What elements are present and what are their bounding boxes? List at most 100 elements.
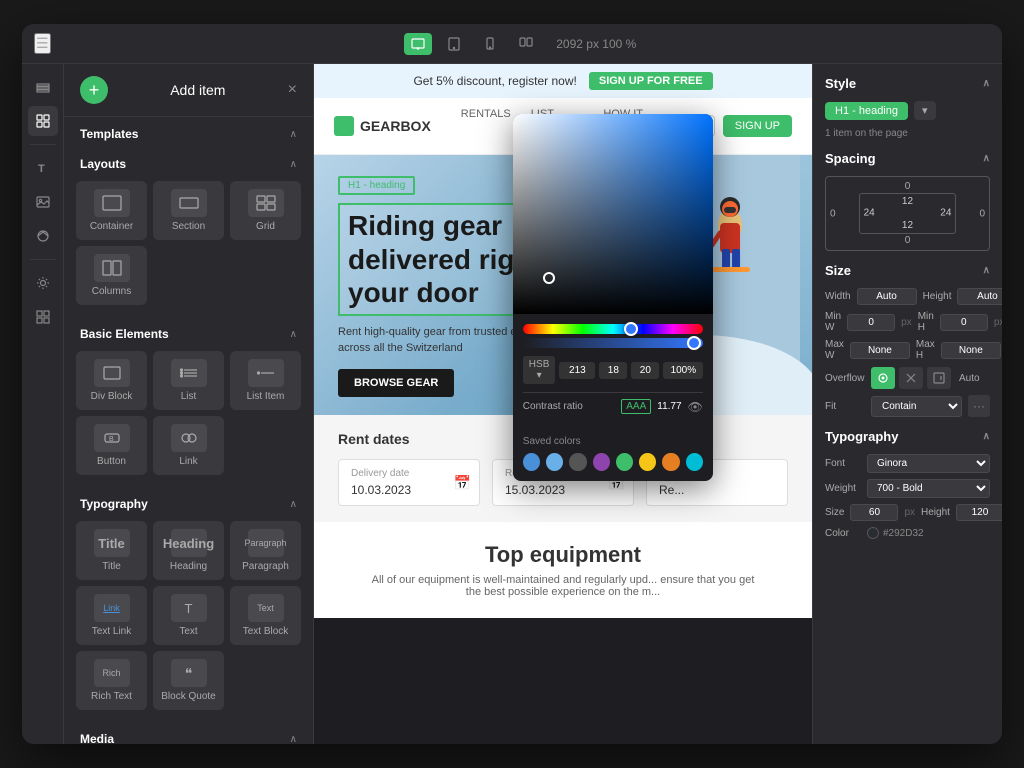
padding-top[interactable]: 12 [902, 196, 913, 207]
site-logo: GEARBOX [334, 116, 431, 136]
swatch-7[interactable] [662, 453, 679, 471]
basic-toggle[interactable]: ∧ [290, 329, 297, 340]
color-gradient[interactable] [513, 114, 713, 314]
style-tag[interactable]: H1 - heading [825, 102, 908, 120]
typography-section-chevron[interactable]: ∧ [983, 431, 990, 442]
margin-right[interactable]: 0 [979, 208, 985, 219]
view-desktop-btn[interactable] [404, 33, 432, 55]
columns-item[interactable]: Columns [76, 246, 147, 305]
swatch-4[interactable] [593, 453, 610, 471]
margin-top[interactable]: 0 [905, 181, 911, 192]
nav-sidebar-btn[interactable] [28, 221, 58, 251]
overflow-visible-btn[interactable] [871, 367, 895, 389]
width-input[interactable] [857, 288, 917, 305]
nav-rentals[interactable]: RENTALS [461, 108, 511, 144]
min-w-input[interactable] [847, 314, 895, 331]
view-more-btn[interactable] [512, 33, 540, 55]
text-item[interactable]: T Text [153, 586, 224, 645]
container-item[interactable]: Container [76, 181, 147, 240]
link-item[interactable]: Link [153, 416, 224, 475]
list-item-item[interactable]: List Item [230, 351, 301, 410]
spacing-chevron[interactable]: ∧ [983, 153, 990, 164]
hue-input[interactable] [559, 362, 595, 379]
div-block-item[interactable]: Div Block [76, 351, 147, 410]
fit-select[interactable]: Contain Cover Fill None [871, 396, 962, 417]
layouts-toggle[interactable]: ∧ [290, 159, 297, 170]
settings-sidebar-btn[interactable] [28, 268, 58, 298]
browse-gear-button[interactable]: BROWSE GEAR [338, 369, 454, 397]
alpha-bar[interactable] [523, 338, 703, 348]
heading-item[interactable]: Heading Heading [153, 521, 224, 580]
text-link-item[interactable]: Link Text Link [76, 586, 147, 645]
image-sidebar-btn[interactable] [28, 187, 58, 217]
padding-bottom[interactable]: 12 [902, 220, 913, 231]
font-select[interactable]: Ginora [867, 454, 990, 473]
section-item[interactable]: Section [153, 181, 224, 240]
paragraph-item[interactable]: Paragraph Paragraph [230, 521, 301, 580]
color-dot[interactable] [867, 527, 879, 539]
color-mode-button[interactable]: HSB ▾ [523, 356, 556, 384]
size-chevron[interactable]: ∧ [983, 265, 990, 276]
grid-item-el[interactable]: Grid [230, 181, 301, 240]
weight-select[interactable]: 700 - Bold [867, 479, 990, 498]
opacity-input[interactable] [663, 362, 703, 379]
min-h-input[interactable] [940, 314, 988, 331]
hue-thumb[interactable] [624, 322, 638, 336]
title-item[interactable]: Title Title [76, 521, 147, 580]
menu-icon[interactable]: ☰ [34, 33, 51, 54]
overflow-buttons: Auto [871, 367, 980, 389]
view-mobile-btn[interactable] [476, 33, 504, 55]
font-label: Font [825, 458, 861, 469]
style-dropdown-button[interactable]: ▾ [914, 101, 936, 120]
text-block-item[interactable]: Text Text Block [230, 586, 301, 645]
fit-more-button[interactable]: ··· [968, 395, 990, 417]
divider2 [30, 259, 56, 260]
brightness-input[interactable] [631, 362, 659, 379]
size-typo-input[interactable] [850, 504, 898, 521]
contrast-eye-button[interactable]: 👁 [688, 400, 703, 414]
margin-left[interactable]: 0 [830, 208, 836, 219]
add-item-button[interactable]: + [80, 76, 108, 104]
view-tablet-btn[interactable] [440, 33, 468, 55]
hue-bar[interactable] [523, 324, 703, 334]
max-h-input[interactable] [941, 342, 1001, 359]
max-w-input[interactable] [850, 342, 910, 359]
banner-text: Get 5% discount, register now! [413, 74, 576, 88]
padding-right[interactable]: 24 [940, 208, 951, 219]
layers-btn[interactable] [28, 72, 58, 102]
block-quote-item[interactable]: ❝ Block Quote [153, 651, 224, 710]
button-item[interactable]: B Button [76, 416, 147, 475]
swatch-2[interactable] [546, 453, 563, 471]
close-sidebar-button[interactable]: × [288, 81, 297, 99]
typography-sidebar-btn[interactable]: T [28, 153, 58, 183]
saturation-input[interactable] [599, 362, 627, 379]
swatch-6[interactable] [639, 453, 656, 471]
swatch-3[interactable] [569, 453, 586, 471]
height-input[interactable] [957, 288, 1002, 305]
typography-toggle[interactable]: ∧ [290, 499, 297, 510]
rich-text-item[interactable]: Rich Rich Text [76, 651, 147, 710]
components-btn[interactable] [28, 106, 58, 136]
media-toggle[interactable]: ∧ [290, 734, 297, 745]
margin-bottom[interactable]: 0 [905, 235, 911, 246]
canvas-area[interactable]: Get 5% discount, register now! SIGN UP F… [314, 64, 812, 744]
swatch-1[interactable] [523, 453, 540, 471]
overflow-scroll-btn[interactable] [927, 367, 951, 389]
banner-cta-button[interactable]: SIGN UP FOR FREE [589, 72, 713, 90]
style-info: 1 item on the page [825, 128, 990, 139]
rich-text-icon: Rich [94, 659, 130, 687]
signup-button[interactable]: SIGN UP [723, 115, 792, 137]
top-bar: ☰ 2092 px 100 % [22, 24, 1002, 64]
alpha-thumb[interactable] [687, 336, 701, 350]
templates-toggle[interactable]: ∧ [290, 129, 297, 140]
list-item-el[interactable]: List [153, 351, 224, 410]
swatch-5[interactable] [616, 453, 633, 471]
size-typo-unit: px [904, 507, 915, 518]
height-typo-input[interactable] [956, 504, 1002, 521]
padding-left[interactable]: 24 [864, 208, 875, 219]
style-chevron[interactable]: ∧ [983, 78, 990, 89]
grid-sidebar-btn[interactable] [28, 302, 58, 332]
swatch-8[interactable] [686, 453, 703, 471]
overflow-hidden-btn[interactable] [899, 367, 923, 389]
color-cursor[interactable] [543, 272, 555, 284]
